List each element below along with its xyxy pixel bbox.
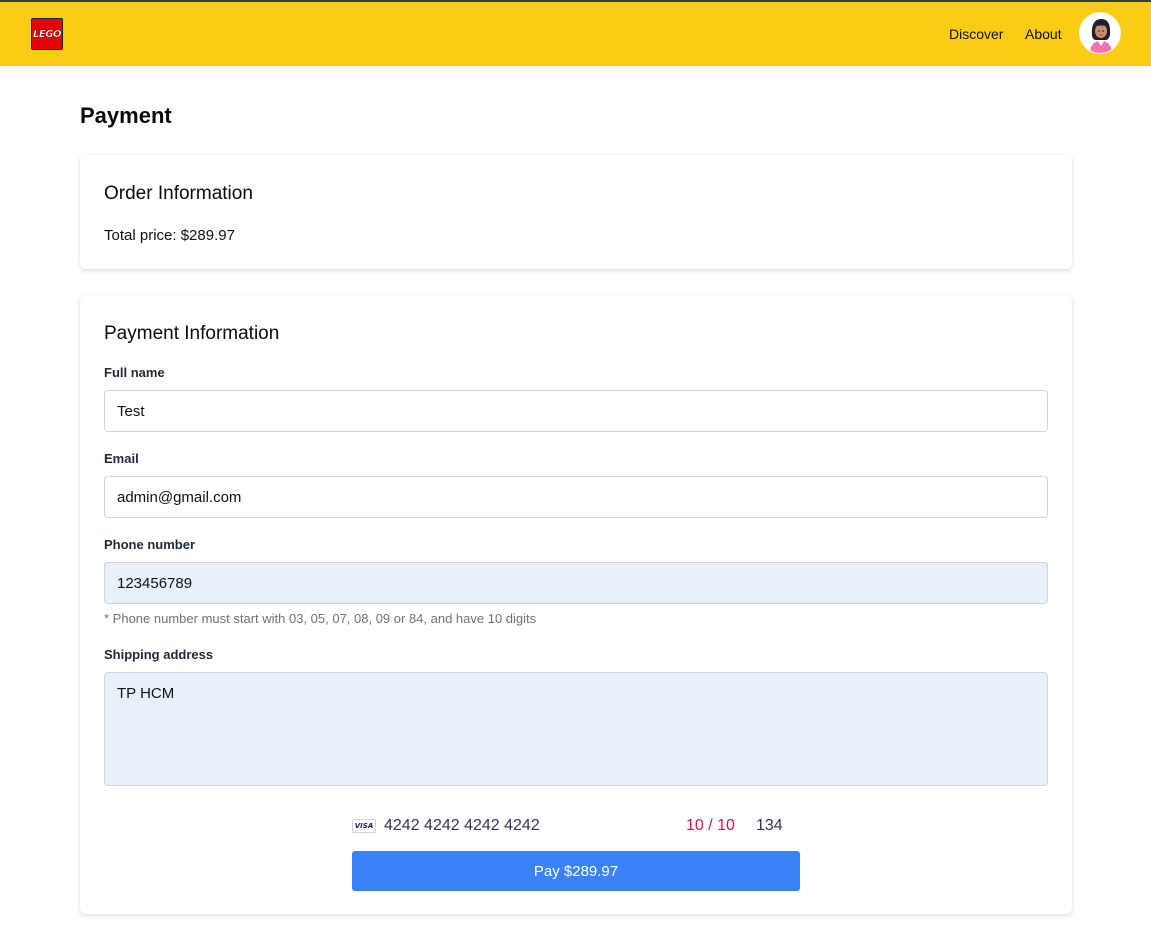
nav-discover-link[interactable]: Discover — [949, 26, 1003, 42]
lego-logo[interactable]: LEGO — [31, 18, 63, 50]
order-information-title: Order Information — [104, 183, 253, 204]
avatar-illustration-icon — [1080, 13, 1120, 53]
full-name-label: Full name — [104, 365, 165, 380]
page-title: Payment — [80, 103, 172, 128]
shipping-address-textarea[interactable]: TP HCM — [104, 672, 1048, 786]
card-cvc-field[interactable]: 134 — [756, 817, 783, 835]
pay-button[interactable]: Pay $289.97 — [352, 851, 800, 891]
email-label: Email — [104, 451, 139, 466]
order-information-card: Order Information Total price: $289.97 — [80, 155, 1072, 269]
payment-information-card: Payment Information Full name Email Phon… — [80, 295, 1072, 914]
card-input-row[interactable]: VISA 4242 4242 4242 4242 10 / 10 134 — [352, 813, 800, 837]
total-price: Total price: $289.97 — [104, 227, 235, 244]
full-name-input[interactable] — [104, 390, 1048, 432]
phone-number-hint: * Phone number must start with 03, 05, 0… — [104, 611, 537, 626]
navbar: LEGO Discover About — [0, 2, 1151, 66]
visa-brand-text: VISA — [354, 822, 374, 830]
phone-number-input[interactable] — [104, 562, 1048, 604]
visa-icon: VISA — [352, 819, 376, 833]
card-number-field[interactable]: 4242 4242 4242 4242 — [384, 817, 540, 835]
payment-information-title: Payment Information — [104, 323, 280, 344]
user-avatar[interactable] — [1079, 12, 1121, 54]
shipping-address-label: Shipping address — [104, 647, 214, 662]
card-expiry-field[interactable]: 10 / 10 — [686, 817, 735, 835]
nav-about-link[interactable]: About — [1025, 26, 1062, 42]
phone-number-label: Phone number — [104, 537, 196, 552]
logo-text: LEGO — [33, 28, 62, 40]
email-input[interactable] — [104, 476, 1048, 518]
